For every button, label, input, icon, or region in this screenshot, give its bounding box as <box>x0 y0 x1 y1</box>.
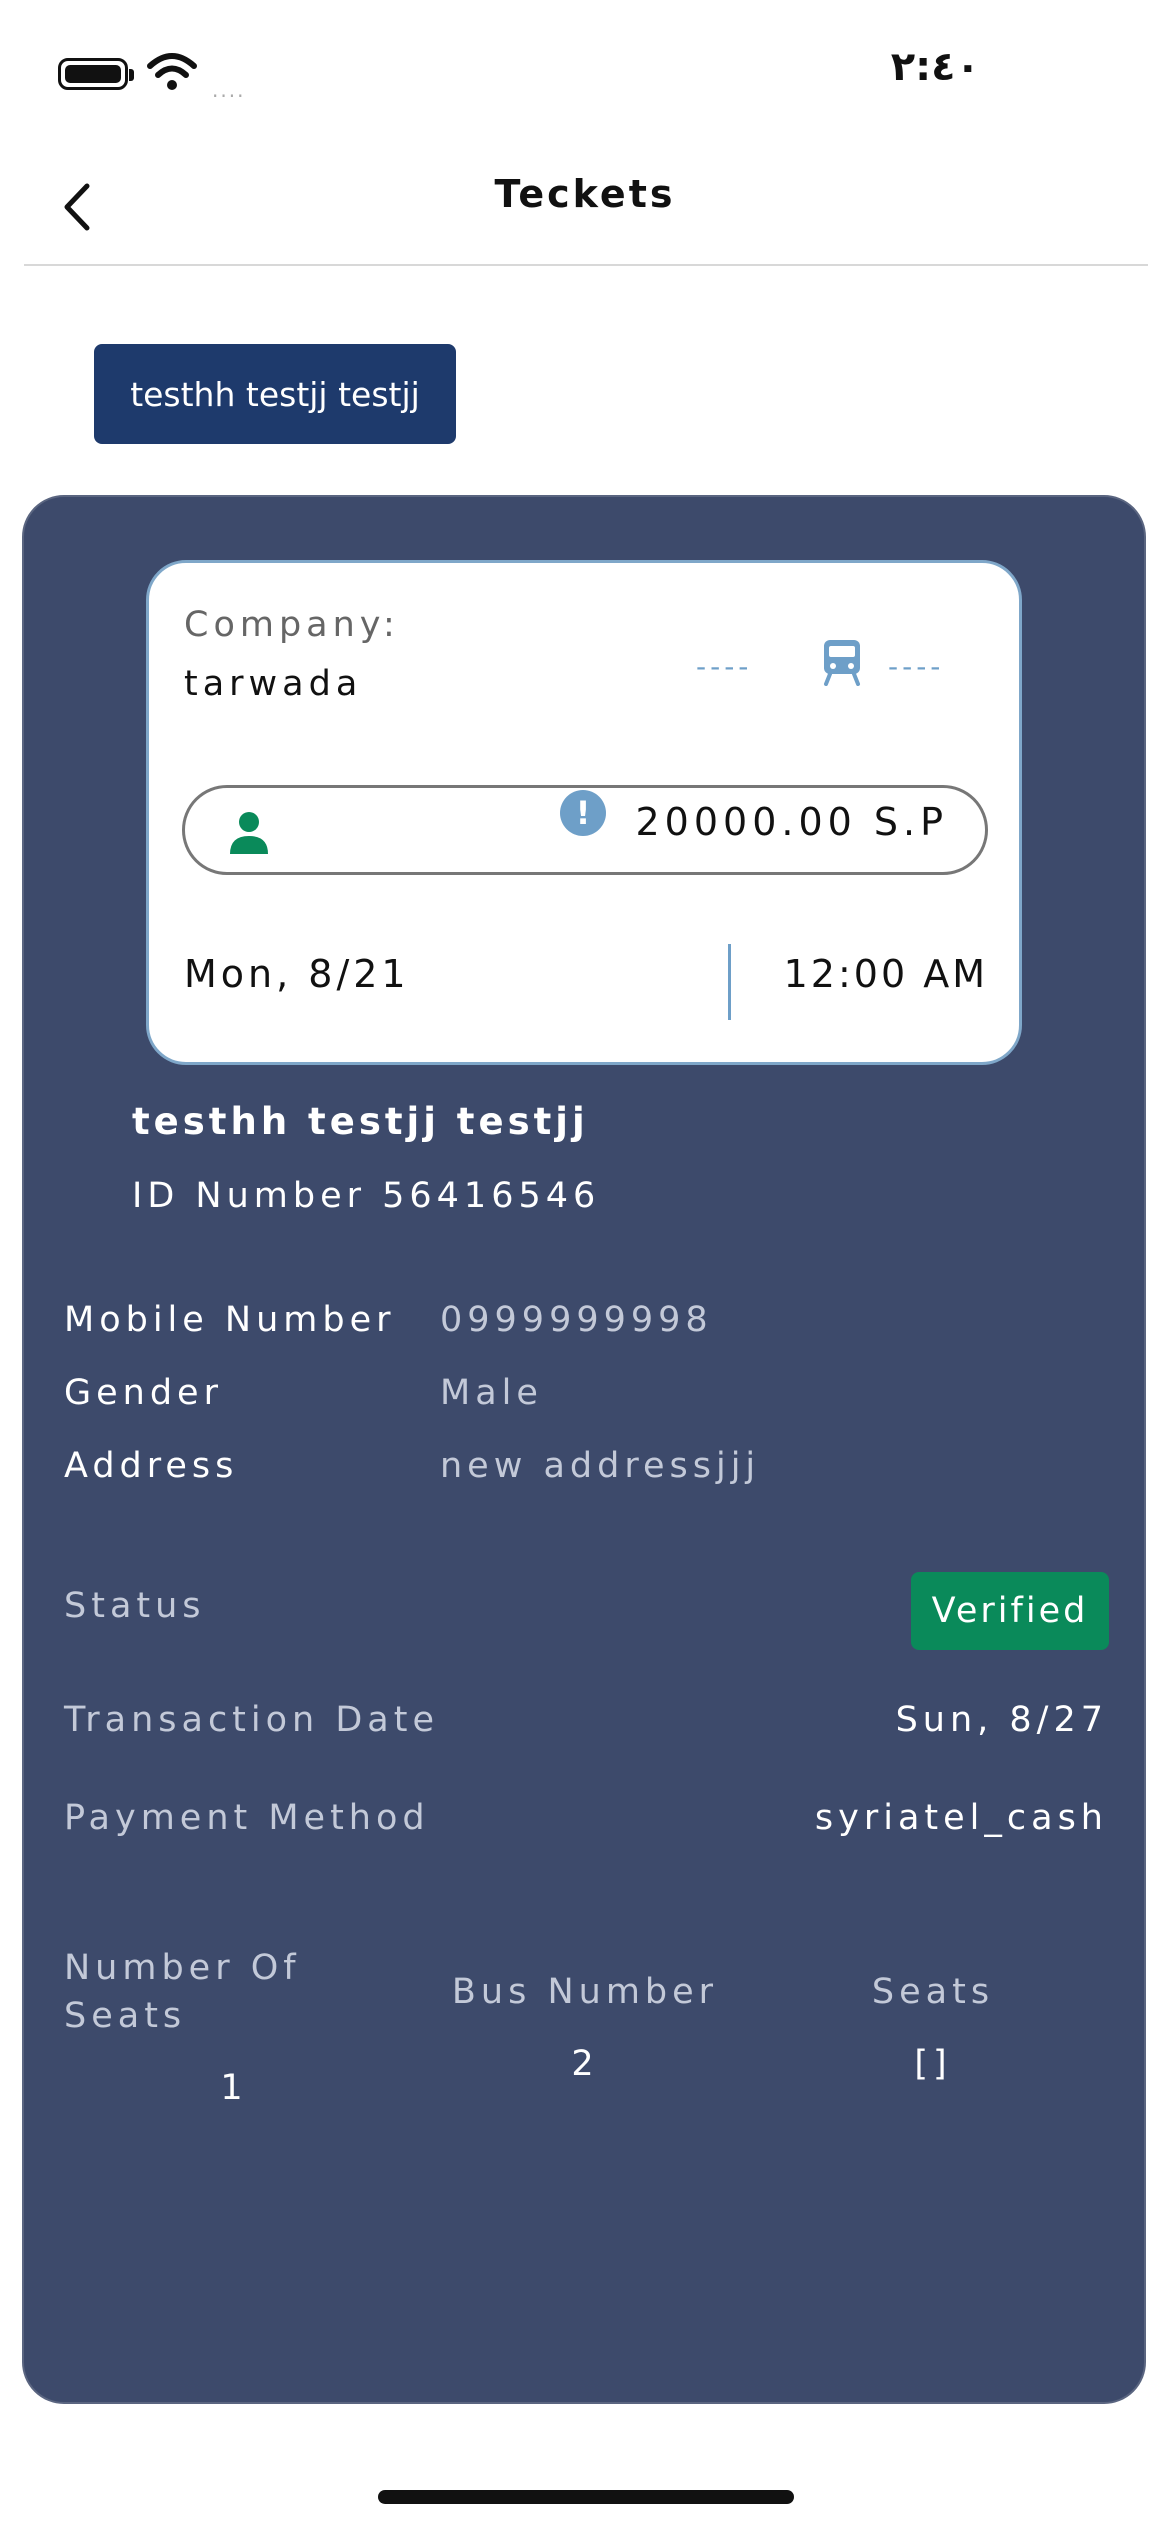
route-dash-right: ---- <box>888 650 945 683</box>
passenger-id-number: ID Number 56416546 <box>132 1176 601 1216</box>
number-of-seats-label-line2: Seats <box>64 1996 187 2036</box>
status-label: Status <box>64 1586 206 1626</box>
payment-method-value: syriatel_cash <box>814 1798 1108 1838</box>
address-value: new addressjjj <box>440 1446 761 1486</box>
company-name: tarwada <box>184 664 363 704</box>
cellular-signal-icon: .... <box>212 78 246 102</box>
mobile-number-value: 0999999998 <box>440 1300 713 1340</box>
status-time: ٢:٤٠ <box>890 44 980 90</box>
back-button[interactable] <box>46 172 106 242</box>
bus-number-value: 2 <box>571 2044 599 2084</box>
seats-value: [] <box>914 2044 952 2084</box>
person-icon <box>230 812 268 854</box>
passenger-chip[interactable]: testhh testjj testjj <box>94 344 456 444</box>
page-title: Teckets <box>494 172 676 216</box>
transaction-date-label: Transaction Date <box>64 1700 440 1740</box>
bus-icon <box>824 640 860 686</box>
address-label: Address <box>64 1446 239 1486</box>
mobile-number-label: Mobile Number <box>64 1300 396 1340</box>
gender-label: Gender <box>64 1373 223 1413</box>
number-of-seats-value: 1 <box>220 2068 248 2108</box>
ticket-price: 20000.00 S.P <box>635 800 948 844</box>
trip-date: Mon, 8/21 <box>184 952 410 996</box>
trip-time: 12:00 AM <box>783 952 988 996</box>
payment-method-label: Payment Method <box>64 1798 430 1838</box>
info-icon[interactable]: ! <box>560 790 606 836</box>
header-divider <box>24 264 1148 266</box>
gender-value: Male <box>440 1373 543 1413</box>
passenger-name: testhh testjj testjj <box>132 1100 589 1143</box>
home-indicator[interactable] <box>378 2490 794 2504</box>
company-label: Company: <box>184 605 400 645</box>
transaction-date-value: Sun, 8/27 <box>895 1700 1108 1740</box>
back-chevron-icon <box>64 183 90 231</box>
seats-label: Seats <box>871 1972 995 2012</box>
bus-number-label: Bus Number <box>451 1972 719 2012</box>
route-dash-left: ---- <box>696 650 753 683</box>
status-badge: Verified <box>911 1572 1109 1650</box>
date-time-separator <box>728 944 731 1020</box>
battery-icon <box>58 58 134 90</box>
wifi-icon <box>147 53 197 90</box>
number-of-seats-label-line1: Number Of <box>64 1948 301 1988</box>
